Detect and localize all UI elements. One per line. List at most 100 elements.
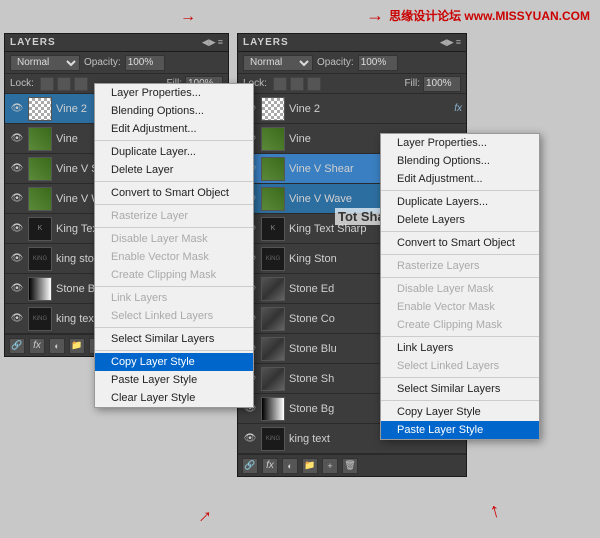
ctx2-sep bbox=[381, 336, 539, 337]
layer-thumbnail: KiNG bbox=[261, 247, 285, 271]
layer-thumbnail bbox=[261, 187, 285, 211]
panel1-opacity-label: Opacity: bbox=[84, 57, 121, 68]
panel1-titlebar: LAYERS ◀▶ ≡ bbox=[5, 34, 228, 52]
ctx-paste-style[interactable]: Paste Layer Style bbox=[95, 371, 253, 389]
ctx2-blending-options[interactable]: Blending Options... bbox=[381, 152, 539, 170]
ctx2-delete-layers[interactable]: Delete Layers bbox=[381, 211, 539, 229]
panel2-blend-select[interactable]: Normal bbox=[243, 55, 313, 71]
eye-icon[interactable]: 👁 bbox=[242, 431, 258, 447]
ctx-sep bbox=[95, 327, 253, 328]
ctx-link-layers: Link Layers bbox=[95, 289, 253, 307]
ctx2-layer-properties[interactable]: Layer Properties... bbox=[381, 134, 539, 152]
ctx2-disable-mask: Disable Layer Mask bbox=[381, 280, 539, 298]
ctx-sep bbox=[95, 204, 253, 205]
eye-icon[interactable]: 👁 bbox=[9, 251, 25, 267]
new-layer-icon[interactable]: + bbox=[322, 458, 338, 474]
layer-row[interactable]: 👁 Vine 2 fx bbox=[238, 94, 466, 124]
ctx2-convert-smart[interactable]: Convert to Smart Object bbox=[381, 234, 539, 252]
new-adjustment-icon[interactable]: ◐ bbox=[49, 338, 65, 354]
new-group-icon[interactable]: 📁 bbox=[69, 338, 85, 354]
bottom-left-arrow-icon: ↑ bbox=[193, 505, 216, 528]
eye-icon[interactable]: 👁 bbox=[9, 191, 25, 207]
ctx-copy-style[interactable]: Copy Layer Style bbox=[95, 353, 253, 371]
panel1-blend-select[interactable]: Normal bbox=[10, 55, 80, 71]
ctx-enable-vector: Enable Vector Mask bbox=[95, 248, 253, 266]
eye-icon[interactable]: 👁 bbox=[9, 281, 25, 297]
panel1-title: LAYERS bbox=[10, 37, 56, 48]
layer-thumbnail: KiNG bbox=[28, 247, 52, 271]
ctx2-paste-style[interactable]: Paste Layer Style bbox=[381, 421, 539, 439]
panel2-opacity-input[interactable] bbox=[358, 55, 398, 71]
panel2-titlebar: LAYERS ◀▶ ≡ bbox=[238, 34, 466, 52]
panel1-lock-all[interactable] bbox=[74, 77, 88, 91]
panel2-context-menu: Layer Properties... Blending Options... … bbox=[380, 133, 540, 440]
panel2-collapse[interactable]: ◀▶ bbox=[440, 37, 454, 48]
watermark-bar: → 思缘设计论坛 www.MISSYUAN.COM bbox=[0, 0, 600, 30]
panel1-lock-position[interactable] bbox=[57, 77, 71, 91]
panel1-collapse[interactable]: ◀▶ bbox=[202, 37, 216, 48]
ctx-sep bbox=[95, 286, 253, 287]
panel1-context-menu: Layer Properties... Blending Options... … bbox=[94, 83, 254, 408]
layer-thumbnail bbox=[261, 307, 285, 331]
ctx2-select-similar[interactable]: Select Similar Layers bbox=[381, 380, 539, 398]
ctx-select-linked: Select Linked Layers bbox=[95, 307, 253, 325]
layer-thumbnail bbox=[261, 337, 285, 361]
panel2-lock-pixels[interactable] bbox=[273, 77, 287, 91]
ctx2-duplicate-layers[interactable]: Duplicate Layers... bbox=[381, 193, 539, 211]
ctx-sep bbox=[95, 181, 253, 182]
ctx2-sep bbox=[381, 254, 539, 255]
ctx-layer-properties[interactable]: Layer Properties... bbox=[95, 84, 253, 102]
fx-icon[interactable]: fx bbox=[262, 458, 278, 474]
panel2-title: LAYERS bbox=[243, 37, 289, 48]
panel1-toolbar: Normal Opacity: bbox=[5, 52, 228, 74]
layer-thumbnail: KiNG bbox=[28, 307, 52, 331]
ctx-disable-mask: Disable Layer Mask bbox=[95, 230, 253, 248]
ctx-delete-layer[interactable]: Delete Layer bbox=[95, 161, 253, 179]
delete-layer-icon[interactable]: 🗑 bbox=[342, 458, 358, 474]
layer-thumbnail bbox=[261, 277, 285, 301]
ctx-rasterize: Rasterize Layer bbox=[95, 207, 253, 225]
layer-thumbnail bbox=[261, 127, 285, 151]
ctx-sep bbox=[95, 350, 253, 351]
ctx-duplicate-layer[interactable]: Duplicate Layer... bbox=[95, 143, 253, 161]
panel1-lock-pixels[interactable] bbox=[40, 77, 54, 91]
ctx2-edit-adjustment[interactable]: Edit Adjustment... bbox=[381, 170, 539, 188]
eye-icon[interactable]: 👁 bbox=[9, 311, 25, 327]
eye-icon[interactable]: 👁 bbox=[9, 131, 25, 147]
panel1-opacity-input[interactable] bbox=[125, 55, 165, 71]
ctx2-link-layers[interactable]: Link Layers bbox=[381, 339, 539, 357]
panel1-wrapper: LAYERS ◀▶ ≡ Normal Opacity: Lock: bbox=[4, 33, 229, 477]
link-layers-icon[interactable]: 🔗 bbox=[242, 458, 258, 474]
layer-thumbnail bbox=[261, 397, 285, 421]
ctx2-rasterize: Rasterize Layers bbox=[381, 257, 539, 275]
panel1-controls: ◀▶ ≡ bbox=[202, 37, 223, 48]
eye-icon[interactable]: 👁 bbox=[9, 161, 25, 177]
panel2-fill-input[interactable] bbox=[423, 76, 461, 92]
new-adjustment-icon[interactable]: ◐ bbox=[282, 458, 298, 474]
watermark-arrow-icon: → bbox=[366, 5, 384, 26]
link-layers-icon[interactable]: 🔗 bbox=[9, 338, 25, 354]
eye-icon[interactable]: 👁 bbox=[9, 221, 25, 237]
ctx-convert-smart[interactable]: Convert to Smart Object bbox=[95, 184, 253, 202]
ctx2-sep bbox=[381, 400, 539, 401]
ctx2-sep bbox=[381, 277, 539, 278]
panel2-lock-position[interactable] bbox=[290, 77, 304, 91]
panel1-menu[interactable]: ≡ bbox=[218, 37, 223, 48]
ctx-clear-style[interactable]: Clear Layer Style bbox=[95, 389, 253, 407]
fx-icon[interactable]: fx bbox=[29, 338, 45, 354]
ctx2-sep bbox=[381, 377, 539, 378]
ctx2-copy-style[interactable]: Copy Layer Style bbox=[381, 403, 539, 421]
layer-thumbnail: K bbox=[28, 217, 52, 241]
ctx-select-similar[interactable]: Select Similar Layers bbox=[95, 330, 253, 348]
layer-thumbnail bbox=[28, 127, 52, 151]
new-group-icon[interactable]: 📁 bbox=[302, 458, 318, 474]
ctx-edit-adjustment[interactable]: Edit Adjustment... bbox=[95, 120, 253, 138]
ctx2-sep bbox=[381, 190, 539, 191]
panel2-menu[interactable]: ≡ bbox=[456, 37, 461, 48]
panel2-controls: ◀▶ ≡ bbox=[440, 37, 461, 48]
panel2-lock-all[interactable] bbox=[307, 77, 321, 91]
layer-thumbnail: K bbox=[261, 217, 285, 241]
eye-icon[interactable]: 👁 bbox=[9, 101, 25, 117]
layer-name: Vine 2 bbox=[289, 103, 451, 115]
ctx-blending-options[interactable]: Blending Options... bbox=[95, 102, 253, 120]
